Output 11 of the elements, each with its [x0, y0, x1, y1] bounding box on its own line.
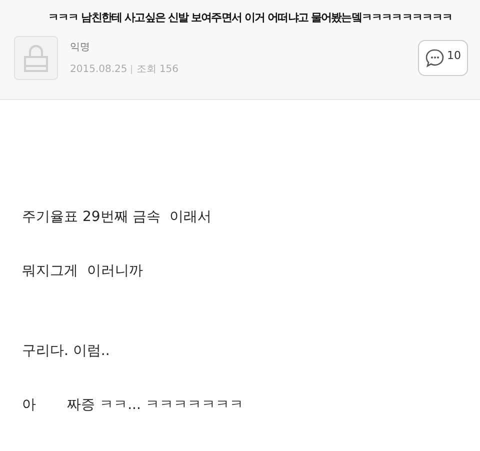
- post-title: ㅋㅋㅋ 남친한테 사고싶은 신발 보여주면서 이거 어떠냐고 물어봤는뎈ㅋㅋㅋㅋㅋㅋㅋㅋㅋ: [47, 10, 452, 26]
- body-text: 구리다. 이럼..: [22, 342, 111, 360]
- comment-button[interactable]: 10: [418, 40, 468, 76]
- body-text: 주기율표 29번째 금속 이래서: [22, 208, 213, 226]
- post-date: 2015.08.25: [70, 64, 128, 74]
- body-text: 아 짜증 ㅋㅋ... ㅋㅋㅋㅋㅋㅋㅋ: [22, 396, 244, 414]
- lock-icon: [23, 44, 49, 72]
- author-name: 익명: [70, 41, 91, 54]
- body-text: 뭐지그게 이러니까: [22, 262, 144, 280]
- speech-bubble-icon: [425, 48, 445, 68]
- view-count: 조회 156: [136, 63, 179, 76]
